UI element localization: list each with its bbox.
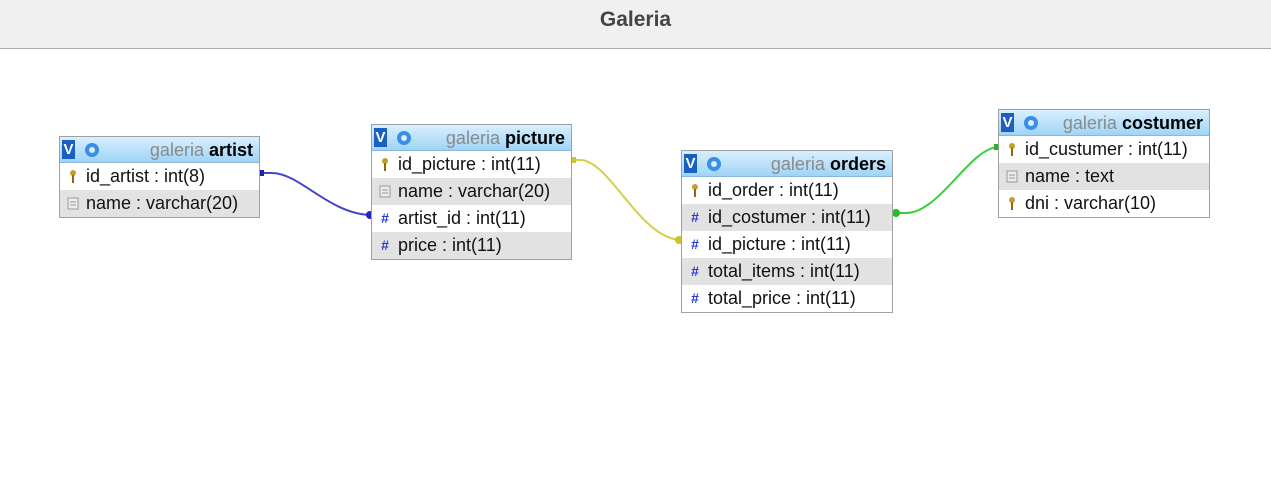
- table-artist[interactable]: V galeria artist id_artist : int(8) name…: [59, 136, 260, 218]
- column-row[interactable]: # artist_id : int(11): [372, 205, 571, 232]
- table-title: galeria picture: [446, 126, 565, 150]
- column-label: name : text: [1025, 166, 1115, 186]
- database-name: galeria: [149, 140, 204, 160]
- column-label: id_costumer : int(11): [708, 207, 871, 227]
- table-name: picture: [504, 128, 565, 148]
- toggle-button[interactable]: V: [374, 128, 387, 147]
- key-icon: [692, 184, 698, 197]
- relations-layer: [258, 144, 1000, 244]
- column-label: id_artist : int(8): [86, 166, 206, 186]
- column-row[interactable]: id_custumer : int(11): [999, 136, 1209, 163]
- key-icon: [1009, 197, 1015, 210]
- database-name: galeria: [1062, 113, 1117, 133]
- table-orders[interactable]: V galeria orders id_order : int(11) # id…: [681, 150, 893, 313]
- column-row[interactable]: # id_costumer : int(11): [682, 204, 892, 231]
- text-field-icon: [379, 185, 391, 198]
- column-row[interactable]: # price : int(11): [372, 232, 571, 259]
- column-label: id_custumer : int(11): [1025, 139, 1188, 159]
- relation-end-orders-costumer: [892, 209, 900, 217]
- table-header[interactable]: V galeria costumer: [999, 110, 1209, 136]
- column-row[interactable]: id_picture : int(11): [372, 151, 571, 178]
- gear-icon[interactable]: [394, 128, 414, 148]
- hash-icon: #: [691, 263, 699, 279]
- table-header[interactable]: V galeria picture: [372, 125, 571, 151]
- column-label: price : int(11): [398, 235, 502, 255]
- table-picture[interactable]: V galeria picture id_picture : int(11) n…: [371, 124, 572, 260]
- hash-icon: #: [691, 209, 699, 225]
- relation-line-picture-orders[interactable]: [571, 159, 683, 241]
- column-row[interactable]: id_order : int(11): [682, 177, 892, 204]
- column-row[interactable]: dni : varchar(10): [999, 190, 1209, 217]
- table-header[interactable]: V galeria artist: [60, 137, 259, 163]
- table-costumer[interactable]: V galeria costumer id_custumer : int(11)…: [998, 109, 1210, 218]
- column-label: id_order : int(11): [708, 180, 839, 200]
- column-row[interactable]: # id_picture : int(11): [682, 231, 892, 258]
- toggle-button[interactable]: V: [684, 154, 697, 173]
- column-row[interactable]: name : varchar(20): [60, 190, 259, 217]
- table-title: galeria costumer: [1063, 111, 1203, 135]
- table-title: galeria artist: [150, 138, 253, 162]
- column-label: name : varchar(20): [86, 193, 239, 213]
- hash-icon: #: [691, 290, 699, 306]
- key-icon: [1009, 143, 1015, 156]
- hash-icon: #: [381, 210, 389, 226]
- table-name: costumer: [1121, 113, 1203, 133]
- column-label: name : varchar(20): [398, 181, 551, 201]
- designer-top-bar: Galeria: [0, 0, 1271, 49]
- gear-icon[interactable]: [1021, 113, 1041, 133]
- column-label: total_price : int(11): [708, 288, 856, 308]
- gear-icon[interactable]: [82, 140, 102, 160]
- relation-line-artist-picture[interactable]: [259, 172, 373, 216]
- column-label: id_picture : int(11): [398, 154, 541, 174]
- column-label: artist_id : int(11): [398, 208, 526, 228]
- column-row[interactable]: id_artist : int(8): [60, 163, 259, 190]
- hash-icon: #: [381, 237, 389, 253]
- text-field-icon: [67, 197, 79, 210]
- gear-icon[interactable]: [704, 154, 724, 174]
- table-name: artist: [208, 140, 253, 160]
- column-label: id_picture : int(11): [708, 234, 851, 254]
- text-field-icon: [1006, 170, 1018, 183]
- page-title: Galeria: [599, 8, 672, 31]
- relation-line-orders-costumer[interactable]: [893, 146, 1000, 214]
- toggle-button[interactable]: V: [1001, 113, 1014, 132]
- column-row[interactable]: # total_items : int(11): [682, 258, 892, 285]
- hash-icon: #: [691, 236, 699, 252]
- column-row[interactable]: # total_price : int(11): [682, 285, 892, 312]
- column-label: dni : varchar(10): [1025, 193, 1157, 213]
- table-name: orders: [829, 154, 886, 174]
- column-row[interactable]: name : text: [999, 163, 1209, 190]
- column-row[interactable]: name : varchar(20): [372, 178, 571, 205]
- database-name: galeria: [770, 154, 825, 174]
- toggle-button[interactable]: V: [62, 140, 75, 159]
- key-icon: [382, 158, 388, 171]
- key-icon: [70, 170, 76, 183]
- table-header[interactable]: V galeria orders: [682, 151, 892, 177]
- database-name: galeria: [445, 128, 500, 148]
- table-title: galeria orders: [771, 152, 886, 176]
- column-label: total_items : int(11): [708, 261, 860, 281]
